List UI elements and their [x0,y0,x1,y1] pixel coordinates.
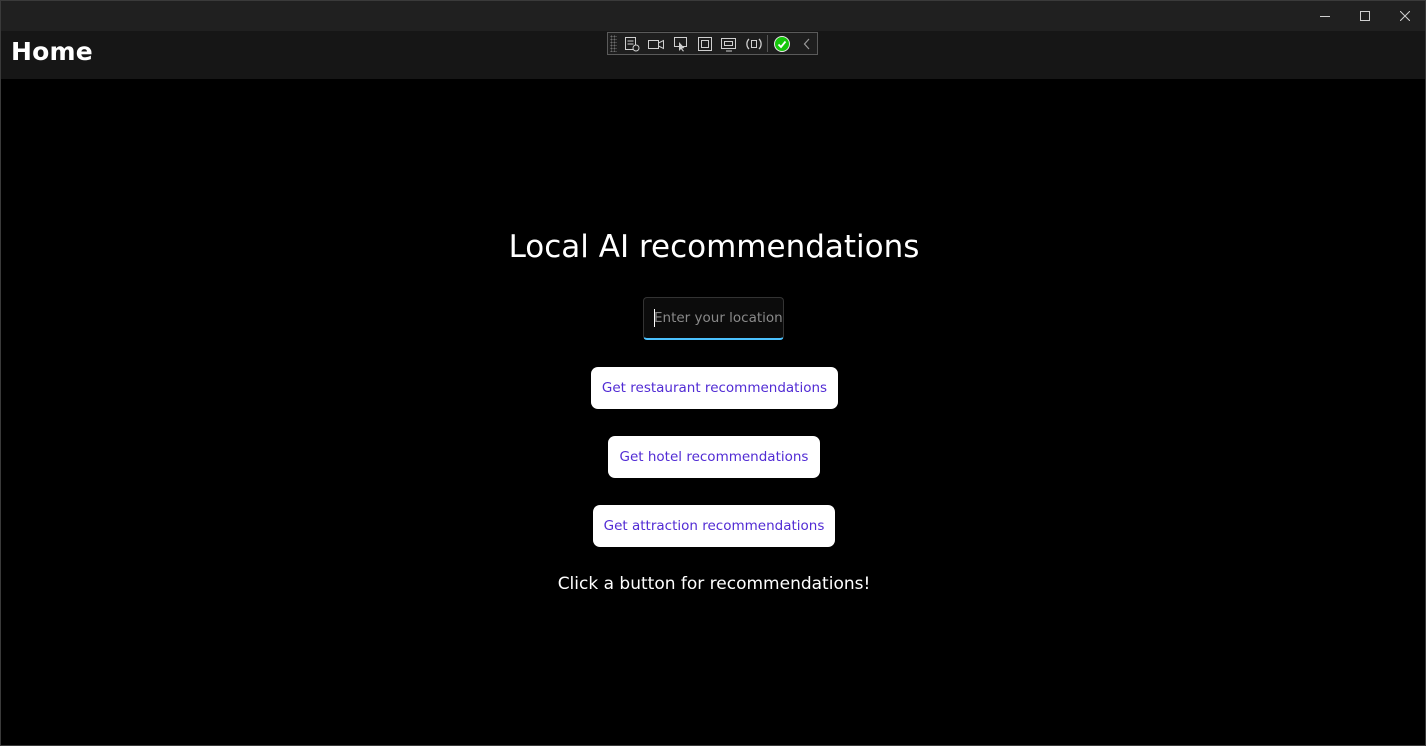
close-button[interactable] [1385,1,1425,31]
main-content: Local AI recommendations Get restaurant … [1,79,1425,745]
record-video-icon[interactable] [646,34,666,54]
main-heading: Local AI recommendations [508,229,920,265]
text-caret [654,309,655,327]
get-attraction-recommendations-button[interactable]: Get attraction recommendations [593,505,835,547]
track-focus-icon[interactable] [719,34,739,54]
collapse-chevron-icon[interactable] [797,34,817,54]
minimize-button[interactable] [1305,1,1345,31]
toolbar-grip-handle[interactable] [610,35,618,52]
location-input[interactable] [643,297,784,340]
status-text: Click a button for recommendations! [557,574,871,594]
minimize-icon [1320,16,1330,17]
live-visual-tree-icon[interactable] [621,34,641,54]
hot-reload-icon[interactable] [744,34,764,54]
close-icon [1400,11,1410,21]
display-layout-adorners-icon[interactable] [695,34,715,54]
maximize-icon [1360,11,1370,21]
select-element-icon[interactable] [670,34,690,54]
get-hotel-recommendations-button[interactable]: Get hotel recommendations [608,436,820,478]
debug-toolbar [607,32,818,55]
title-bar[interactable] [1,1,1425,31]
maximize-button[interactable] [1345,1,1385,31]
get-restaurant-recommendations-button[interactable]: Get restaurant recommendations [591,367,838,409]
page-title: Home [11,37,93,66]
app-window: Home Local AI recommendations Enter your… [0,0,1426,746]
toolbar-separator [767,35,769,52]
binding-check-icon[interactable] [772,34,792,54]
